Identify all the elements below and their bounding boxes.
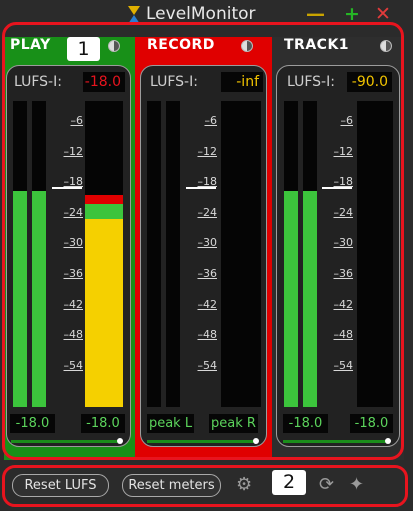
scale-tick-label: –36: [63, 267, 84, 280]
meter-peak: [85, 101, 123, 407]
meter-right-fill: [32, 191, 46, 407]
scale-tick-label: –30: [333, 236, 354, 250]
annotation-badge-2: 2: [272, 470, 306, 495]
db-scale: –6 –12 –18 –24 –30 –36 –42 –48 –54: [187, 101, 219, 407]
half-circle-icon[interactable]: [241, 40, 253, 52]
close-button[interactable]: ✕: [375, 2, 391, 26]
scale-tick-label: –36: [333, 267, 354, 280]
db-scale: –6 –12 –18 –24 –30 –36 –42 –48 –54: [53, 101, 85, 407]
level-marker: [52, 187, 82, 189]
lufs-label: LUFS-I:: [150, 74, 198, 90]
lufs-value: -inf: [221, 72, 263, 92]
meter-left: [147, 101, 161, 407]
meter-right: [166, 101, 180, 407]
scale-tick-label: –42: [197, 297, 218, 311]
panel-title: PLAY: [10, 37, 51, 53]
lufs-value: -18.0: [83, 72, 125, 92]
scale-tick-label: –12: [333, 144, 354, 158]
right-value: -18.0: [81, 414, 125, 433]
record-panel: RECORD LUFS-I: -inf –6 –12 –18 –24 –30 –36 –42…: [135, 37, 272, 460]
meter-right-fill: [303, 191, 317, 407]
scale-tick-label: –24: [63, 205, 84, 219]
meter-left: [13, 101, 27, 407]
scale-tick-label: –48: [63, 328, 84, 342]
scale-tick-label: –6: [70, 114, 84, 127]
scale-tick-label: –30: [197, 236, 218, 250]
annotation-badge-1: 1: [67, 37, 100, 61]
meter-right: [303, 101, 317, 407]
lufs-label: LUFS-I:: [287, 74, 335, 90]
minimize-button[interactable]: —: [306, 2, 325, 26]
lufs-value: -90.0: [347, 72, 392, 92]
balance-slider[interactable]: [11, 440, 119, 443]
scale-tick-label: –42: [333, 297, 354, 311]
play-panel: PLAY LUFS-I: -18.0 –6 –12 –18 –24 –30 –36 –42–…: [4, 37, 135, 460]
balance-slider[interactable]: [283, 440, 387, 443]
left-value: -18.0: [10, 414, 55, 433]
level-marker: [186, 187, 216, 189]
scale-tick-label: –24: [197, 205, 218, 219]
scale-tick-label: –54: [197, 358, 218, 372]
scale-tick-label: –12: [63, 144, 84, 158]
right-value: -18.0: [350, 414, 393, 433]
reset-lufs-button[interactable]: Reset LUFS: [12, 474, 109, 497]
slider-knob[interactable]: [385, 438, 391, 444]
meter-peak: [357, 101, 393, 407]
meter-left-fill: [13, 191, 27, 407]
scale-tick-label: –6: [340, 114, 354, 127]
meter-peak: [221, 101, 261, 407]
scale-tick-label: –42: [63, 297, 84, 311]
panel-title: RECORD: [147, 37, 215, 53]
sparkle-icon[interactable]: ✦: [349, 475, 364, 495]
scale-tick-label: –12: [197, 144, 218, 158]
scale-tick-label: –54: [63, 358, 84, 372]
slider-knob[interactable]: [253, 438, 259, 444]
lufs-label: LUFS-I:: [14, 74, 62, 90]
scale-tick-label: –54: [333, 358, 354, 372]
half-circle-icon[interactable]: [108, 40, 120, 52]
peak-red: [85, 195, 123, 204]
app-title: LevelMonitor: [146, 4, 256, 24]
half-circle-icon[interactable]: [380, 40, 392, 52]
panel-title: TRACK1: [284, 37, 350, 53]
scale-tick-label: –48: [333, 328, 354, 342]
scale-tick-label: –30: [63, 236, 84, 250]
reset-meters-button[interactable]: Reset meters: [122, 474, 221, 497]
scale-tick-label: –24: [333, 205, 354, 219]
slider-knob[interactable]: [117, 438, 123, 444]
db-scale: –6 –12 –18 –24 –30 –36 –42 –48 –54: [323, 101, 355, 407]
scale-tick-label: –36: [197, 267, 218, 280]
meter-left: [284, 101, 298, 407]
peak-l-label: peak L: [147, 414, 194, 433]
app-logo-icon: [128, 6, 140, 24]
meter-left-fill: [284, 191, 298, 407]
scale-tick-label: –6: [204, 114, 218, 127]
balance-slider[interactable]: [147, 440, 255, 443]
peak-r-label: peak R: [209, 414, 258, 433]
settings-gear-icon[interactable]: ⚙: [236, 475, 252, 495]
meter-right: [32, 101, 46, 407]
meter-frame: LUFS-I: -90.0 –6 –12 –18 –24 –30 –36 –42 –48 –54…: [276, 65, 400, 447]
peak-yellow: [85, 219, 123, 407]
track1-panel: TRACK1 LUFS-I: -90.0 –6 –12 –18 –24 –30 –36 –4…: [272, 37, 404, 460]
title-bar[interactable]: LevelMonitor — + ✕: [0, 0, 413, 30]
meter-frame: LUFS-I: -inf –6 –12 –18 –24 –30 –36 –42 –48 –54 …: [140, 65, 267, 447]
left-value: -18.0: [283, 414, 328, 433]
meter-frame: LUFS-I: -18.0 –6 –12 –18 –24 –30 –36 –42 –48 –54…: [6, 65, 131, 447]
scale-tick-label: –48: [197, 328, 218, 342]
peak-green: [85, 204, 123, 219]
refresh-icon[interactable]: ⟳: [319, 475, 334, 495]
maximize-button[interactable]: +: [344, 2, 360, 26]
level-marker: [322, 187, 352, 189]
